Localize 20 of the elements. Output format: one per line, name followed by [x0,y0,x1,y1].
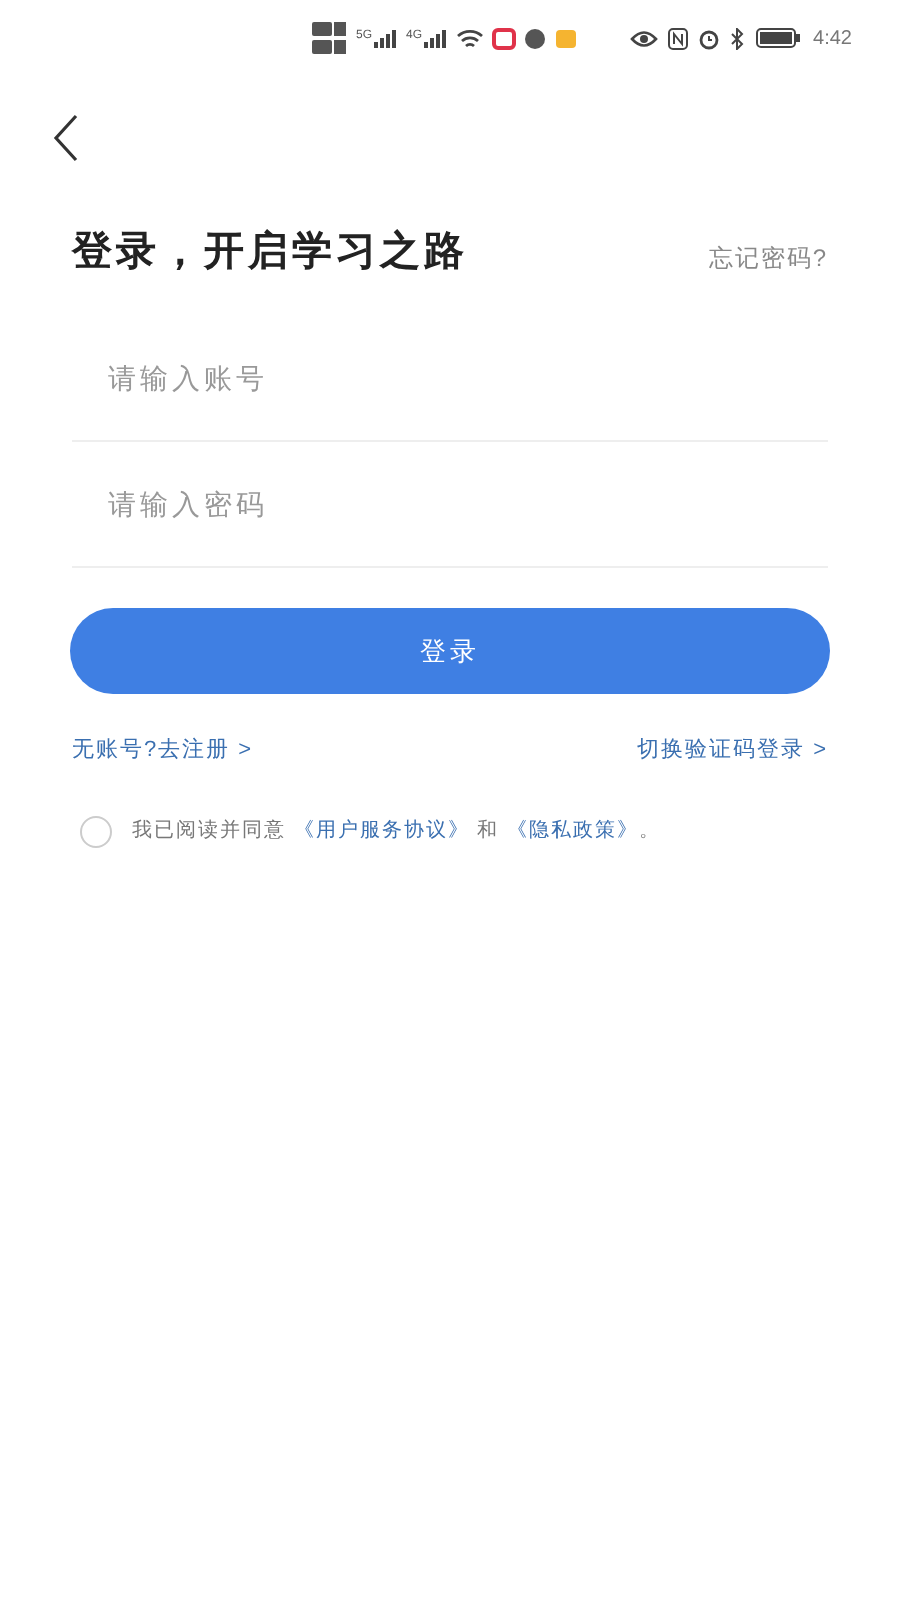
page-title: 登录，开启学习之路 [72,224,468,278]
privacy-link[interactable]: 《隐私政策》 [506,820,639,842]
signal-icon [424,29,449,47]
signal-icon [374,29,399,47]
text-field[interactable]: 请输入账号 [72,316,828,442]
alarm-icon [697,27,720,49]
wifi-icon [456,27,485,49]
clock-time: 4:42 [813,25,852,53]
forgot-password-link[interactable]: 忘记密码? [708,240,828,276]
terms-link[interactable]: 《用户服务协议》 [293,820,470,842]
battery-icon [755,28,800,48]
login-button[interactable]: 登录 [70,608,830,694]
agreement-checkbox[interactable] [80,815,112,847]
bluetooth-icon [729,27,746,49]
nfc-icon [667,27,688,49]
register-link[interactable]: 无账号?去注册 > [72,734,254,767]
eye-icon [629,29,658,47]
agreement-text: 我已阅读并同意 《用户服务协议》 和 《隐私政策》。 [132,817,661,846]
sms-login-link[interactable]: 切换验证码登录 > [637,734,828,767]
text-field[interactable]: 请输入密码 [72,442,828,568]
